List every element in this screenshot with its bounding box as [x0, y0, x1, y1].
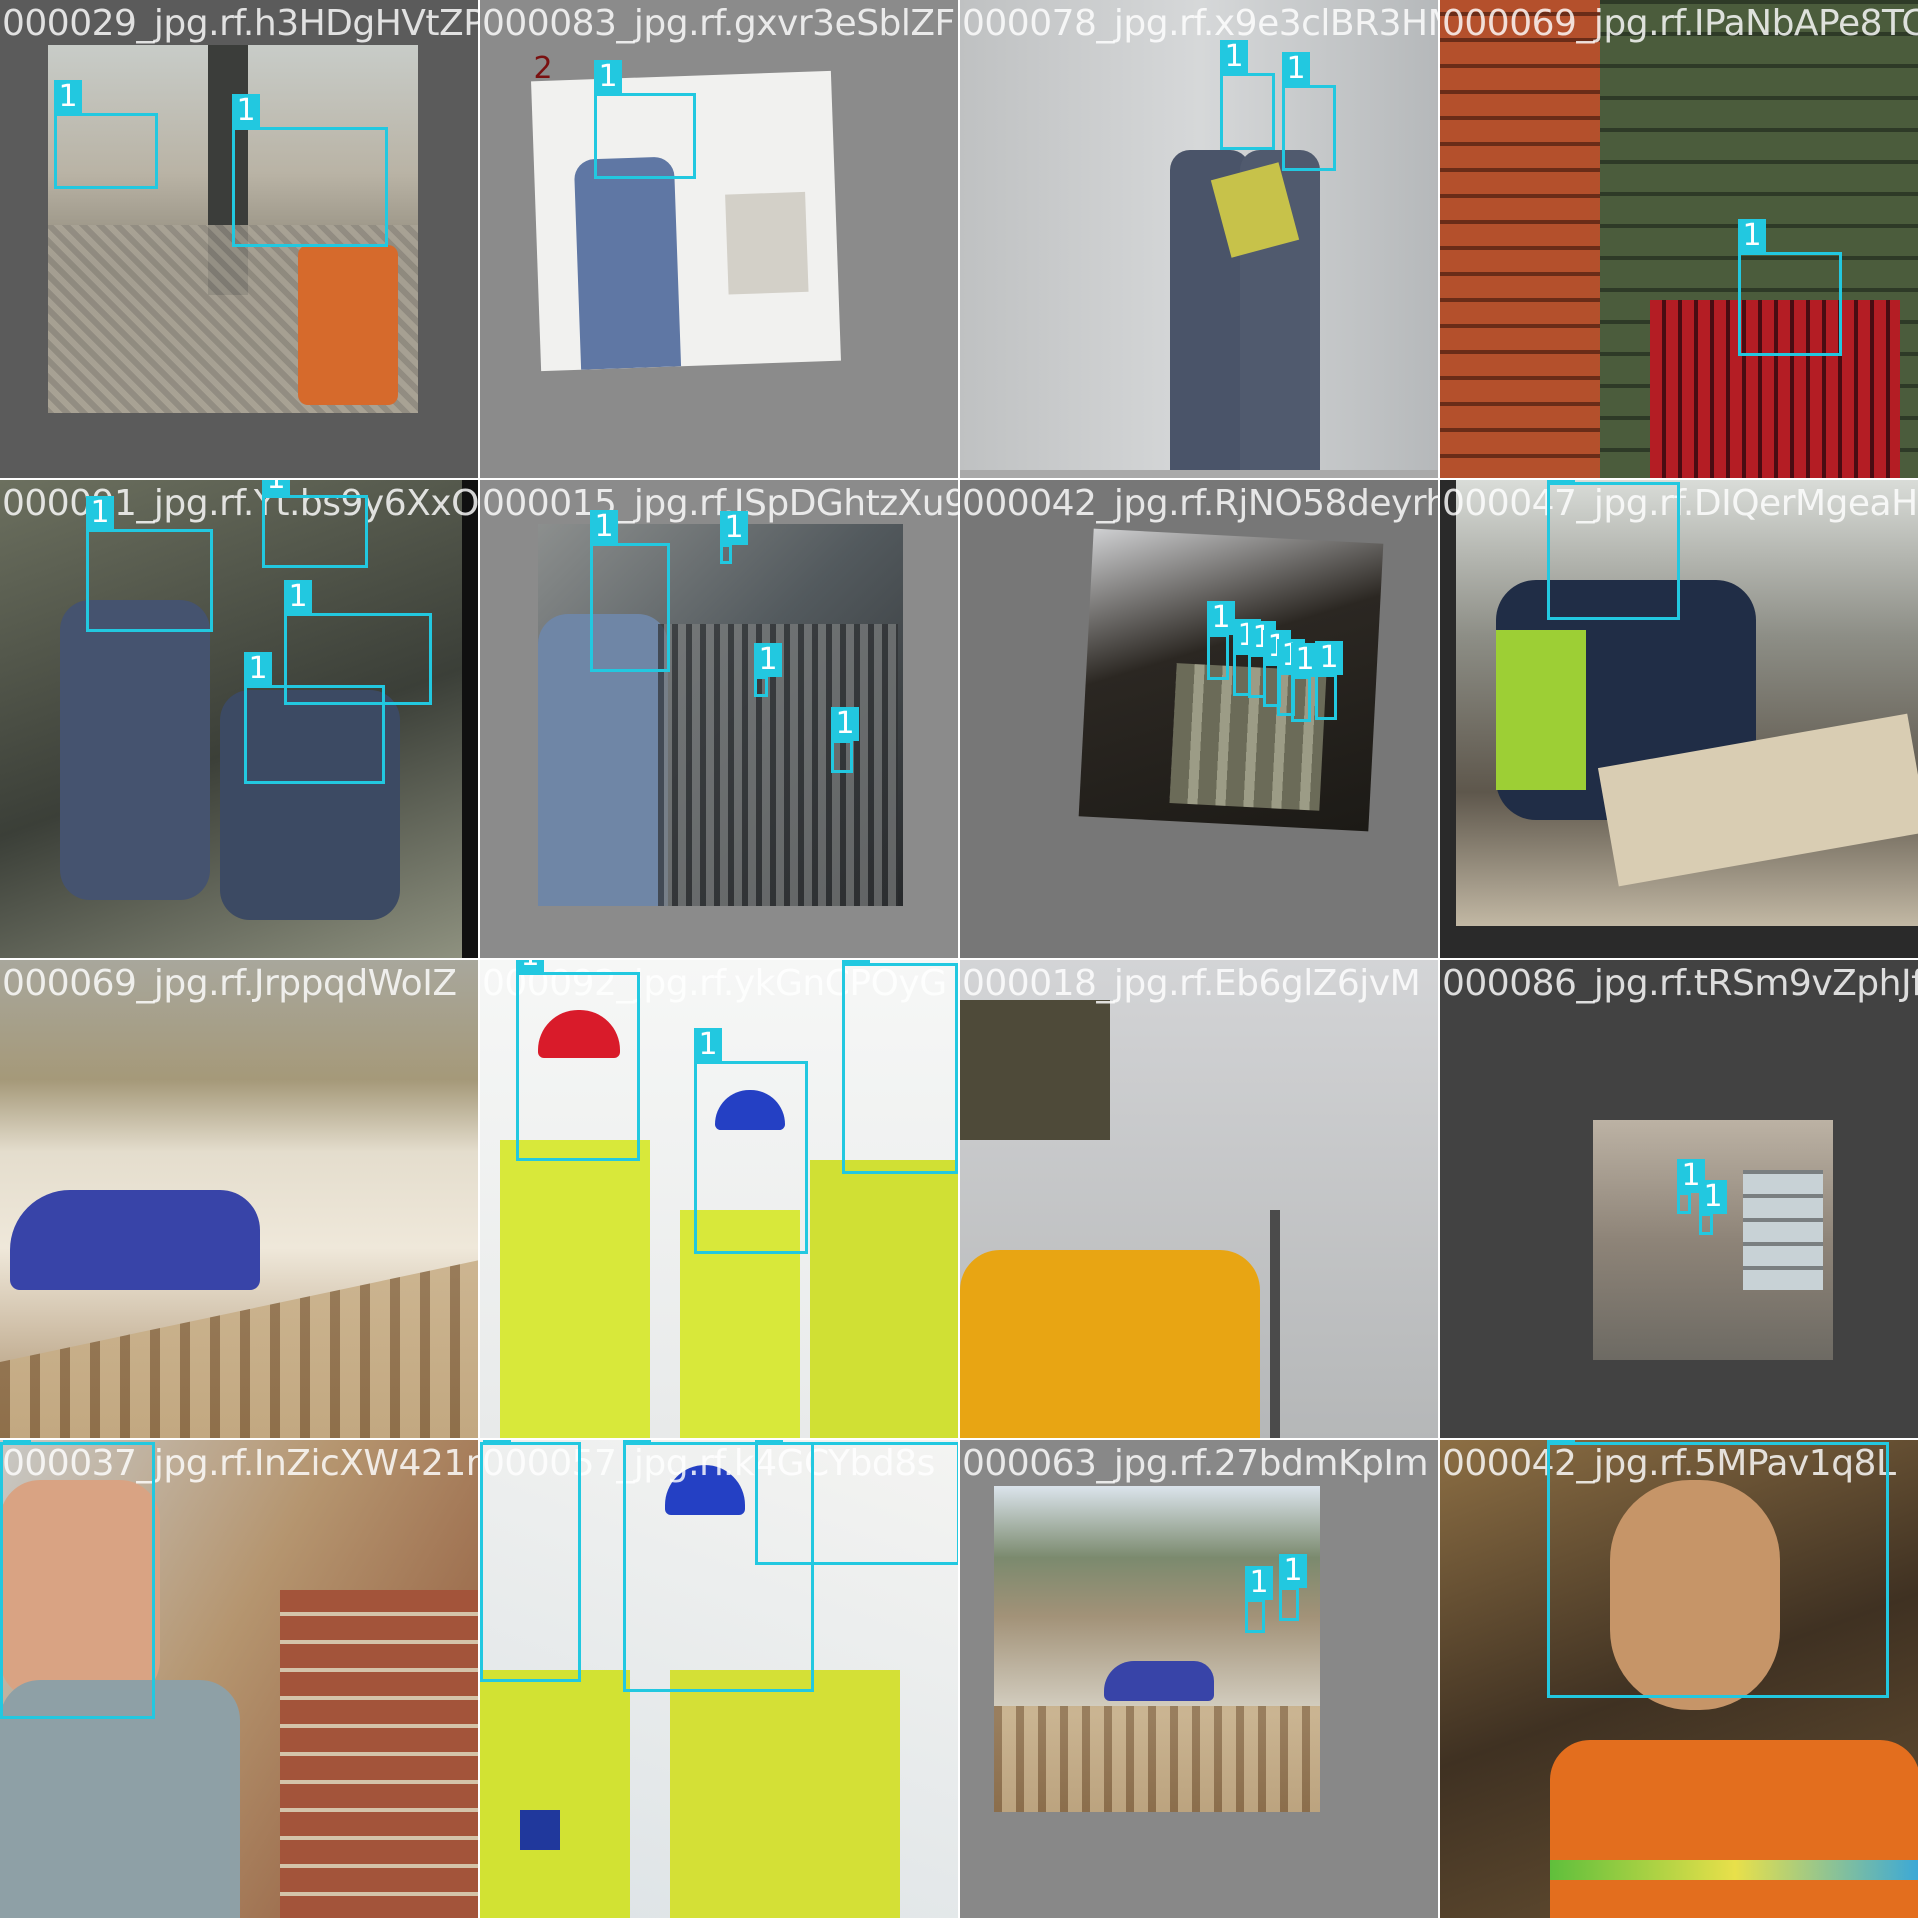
detection-label: 1 — [1547, 480, 1575, 483]
detection-box: 1 — [1315, 641, 1343, 720]
detection-label: 1 — [1547, 1440, 1575, 1443]
tile-filename: 000069_jpg.rf.IPaNbAPe8TCXzJN — [1442, 3, 1920, 44]
tile-14[interactable]: 000063_jpg.rf.27bdmKpIm 1 1 — [960, 1440, 1440, 1920]
detection-label: 1 — [1220, 40, 1248, 74]
detection-box: 1 — [754, 643, 782, 697]
tile-photo — [960, 960, 1438, 1438]
tile-photo — [1456, 480, 1918, 926]
detection-label: 1 — [1207, 601, 1235, 635]
detection-label: 2 — [533, 51, 553, 86]
detection-box: 1 — [262, 480, 368, 568]
detection-label: 1 — [1279, 1554, 1307, 1588]
tile-9[interactable]: 000092_jpg.rf.ykGnCPOyG 1 1 1 — [480, 960, 960, 1440]
tile-3[interactable]: 000069_jpg.rf.IPaNbAPe8TCXzJN 1 — [1440, 0, 1920, 480]
detection-label: 1 — [483, 1440, 511, 1443]
detection-label: 1 — [623, 1440, 651, 1443]
detection-box: 1 — [1547, 1440, 1889, 1698]
detection-box: 1 — [1282, 52, 1336, 171]
detection-label: 1 — [1282, 52, 1310, 86]
tile-photo — [0, 480, 462, 958]
detection-box: 1 — [1738, 219, 1842, 356]
detection-box: 1 — [831, 707, 859, 773]
tile-7[interactable]: 000047_jpg.rf.DIQerMgeaH 1 — [1440, 480, 1920, 960]
tile-photo — [994, 1486, 1320, 1812]
tile-0[interactable]: 000029_jpg.rf.h3HDgHVtZP 1 1 — [0, 0, 480, 480]
detection-label: 1 — [54, 80, 82, 114]
detection-label: 1 — [1245, 1566, 1273, 1600]
tile-filename: 000078_jpg.rf.x9e3clBR3HM7 — [962, 3, 1440, 44]
detection-label: 1 — [516, 960, 544, 973]
detection-box: 1 — [1207, 601, 1235, 680]
detection-box: 1 — [590, 510, 670, 672]
detection-box: 1 — [86, 496, 213, 632]
tile-5[interactable]: 000015_jpg.rf.JSpDGhtzXu9Bpfh 1 1 1 1 — [480, 480, 960, 960]
detection-box: 1 — [594, 60, 696, 179]
tile-8[interactable]: 000069_jpg.rf.JrppqdWoIZ — [0, 960, 480, 1440]
tile-filename: 000018_jpg.rf.Eb6glZ6jvM — [962, 963, 1421, 1004]
detection-label: 1 — [590, 510, 618, 544]
tile-filename: 000063_jpg.rf.27bdmKpIm — [962, 1443, 1429, 1484]
detection-label: 1 — [244, 652, 272, 686]
detection-label: 1 — [720, 511, 748, 545]
tile-filename: 000029_jpg.rf.h3HDgHVtZP — [2, 3, 480, 44]
detection-label: 1 — [232, 94, 260, 128]
tile-2[interactable]: 000078_jpg.rf.x9e3clBR3HM7 1 1 — [960, 0, 1440, 480]
tile-6[interactable]: 000042_jpg.rf.RjNO58deyrhzb 1 1 1 1 1 1 … — [960, 480, 1440, 960]
tile-1[interactable]: 000083_jpg.rf.gxvr3eSblZFlfOHO7z 2 1 — [480, 0, 960, 480]
detection-box: 1 — [54, 80, 158, 189]
detection-label: 1 — [262, 480, 290, 496]
tile-11[interactable]: 000086_jpg.rf.tRSm9vZphJf 1 1 — [1440, 960, 1920, 1440]
detection-box: 1 — [232, 94, 388, 247]
detection-label: 1 — [694, 1028, 722, 1062]
detection-box: 1 — [480, 1440, 581, 1682]
detection-box: 1 — [842, 960, 958, 1174]
detection-box: 1 — [1547, 480, 1680, 620]
tile-photo — [1078, 528, 1384, 832]
tile-filename: 000069_jpg.rf.JrppqdWoIZ — [2, 963, 457, 1004]
detection-box: 1 — [1677, 1159, 1705, 1214]
tile-photo — [0, 960, 478, 1438]
detection-label: 1 — [1315, 641, 1343, 675]
detection-box: 1 — [694, 1028, 808, 1254]
detection-box: 1 — [1291, 643, 1319, 722]
tile-12[interactable]: 000037_jpg.rf.InZicXW421n6 1 — [0, 1440, 480, 1920]
detection-label: 1 — [1699, 1180, 1727, 1214]
detection-label: 1 — [831, 707, 859, 741]
detection-label: 1 — [755, 1440, 783, 1443]
tile-filename: 000091_jpg.rf.Yt.bs9y6XxO4 — [2, 483, 480, 524]
detection-box: 1 — [720, 511, 748, 564]
tile-filename: 000086_jpg.rf.tRSm9vZphJf — [1442, 963, 1920, 1004]
detection-label: 1 — [3, 1440, 31, 1443]
detection-label: 1 — [594, 60, 622, 94]
detection-box: 1 — [1699, 1180, 1727, 1235]
tile-4[interactable]: 000091_jpg.rf.Yt.bs9y6XxO4 1 1 1 1 — [0, 480, 480, 960]
detection-box: 1 — [755, 1440, 958, 1565]
detection-label: 1 — [842, 960, 870, 964]
detection-label: 1 — [284, 580, 312, 614]
detection-box: 1 — [0, 1440, 155, 1719]
tile-photo — [1440, 0, 1918, 478]
tile-10[interactable]: 000018_jpg.rf.Eb6glZ6jvM — [960, 960, 1440, 1440]
tile-15[interactable]: 000042_jpg.rf.5MPav1q8L 1 — [1440, 1440, 1920, 1920]
detection-box: 1 — [1279, 1554, 1307, 1621]
detection-label: 1 — [86, 496, 114, 530]
mosaic-grid: 000029_jpg.rf.h3HDgHVtZP 1 1 000083_jpg.… — [0, 0, 1920, 1920]
detection-label: 1 — [1738, 219, 1766, 253]
detection-box: 1 — [244, 652, 385, 784]
detection-box: 1 — [516, 960, 640, 1161]
tile-13[interactable]: 000057_jpg.rf.k4GCYbd8s 1 1 1 — [480, 1440, 960, 1920]
detection-label: 1 — [754, 643, 782, 677]
tile-filename: 000083_jpg.rf.gxvr3eSblZFlfOHO7z — [482, 3, 958, 44]
detection-box: 1 — [1220, 40, 1275, 150]
tile-filename: 000042_jpg.rf.RjNO58deyrhzb — [962, 483, 1440, 524]
detection-box: 1 — [1245, 1566, 1273, 1633]
tile-photo — [1593, 1120, 1833, 1360]
tile-photo — [960, 0, 1438, 470]
